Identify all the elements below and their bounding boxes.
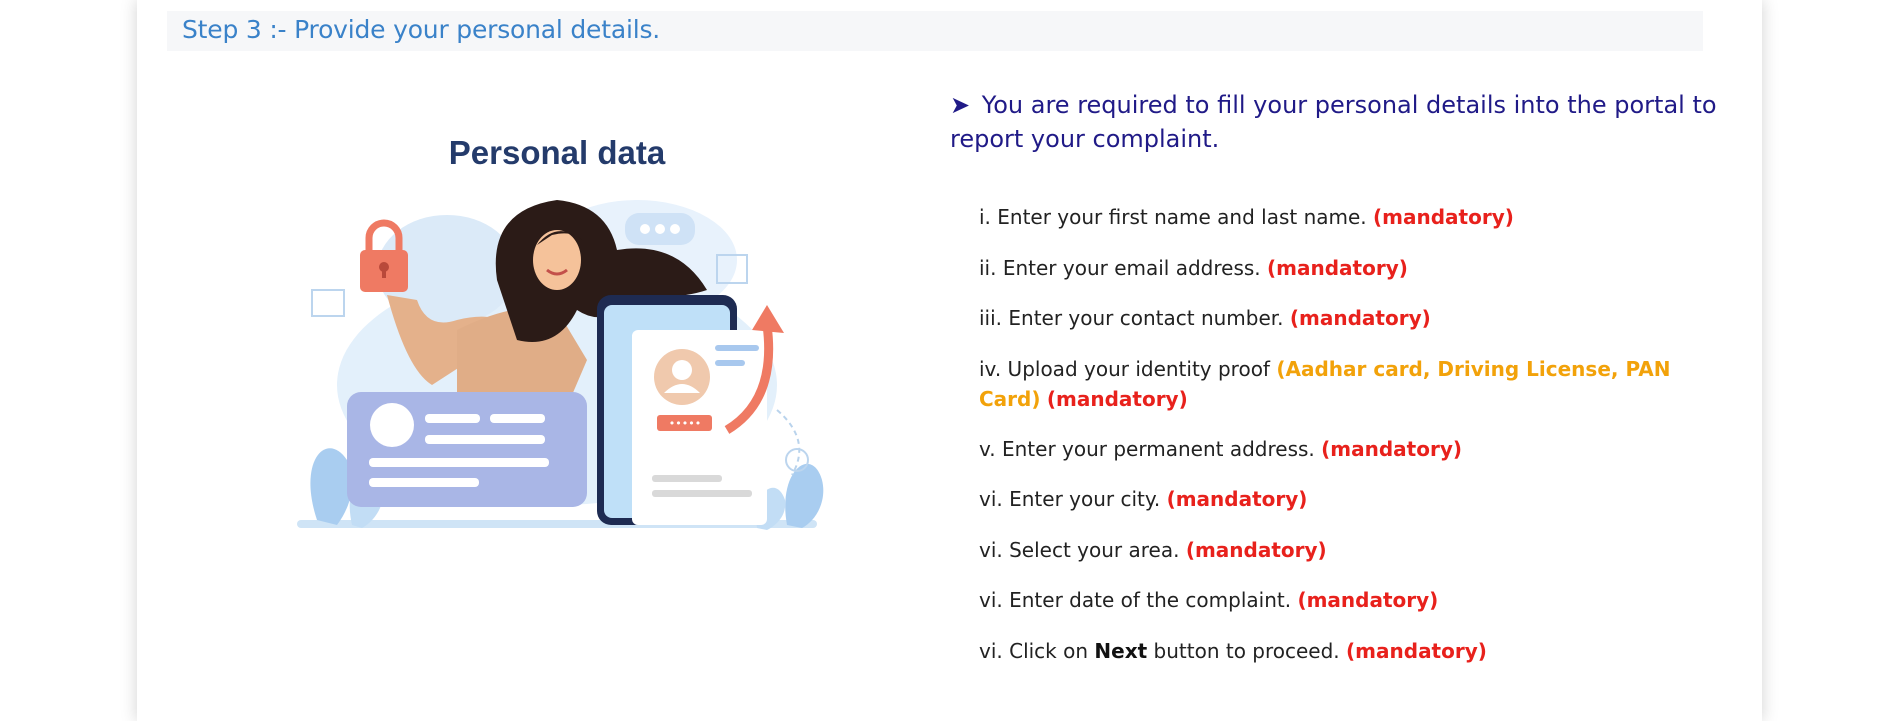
personal-data-graphic: ••••• bbox=[297, 200, 824, 530]
list-item: vi. Enter date of the complaint. (mandat… bbox=[979, 585, 1719, 615]
mandatory-label: (mandatory) bbox=[1373, 205, 1514, 229]
step-text: iv. Upload your identity proof bbox=[979, 356, 1270, 381]
list-item: ii. Enter your email address. (mandatory… bbox=[979, 253, 1719, 283]
step-text: i. Enter your first name and last name. bbox=[979, 205, 1367, 229]
mandatory-label: (mandatory) bbox=[1289, 306, 1431, 330]
step-title: Step 3 :- Provide your personal details. bbox=[182, 15, 661, 44]
list-item: vi. Click on Next button to proceed. (ma… bbox=[979, 636, 1719, 666]
personal-data-illustration: Personal data ••••• bbox=[257, 130, 857, 550]
mandatory-label: (mandatory) bbox=[1185, 537, 1327, 562]
step-header: Step 3 :- Provide your personal details. bbox=[167, 11, 1703, 51]
intro-text: ➤ You are required to fill your personal… bbox=[950, 88, 1720, 156]
steps-list: i. Enter your first name and last name. … bbox=[979, 202, 1719, 686]
step-text: v. Enter your permanent address. bbox=[979, 436, 1315, 461]
intro-sentence: You are required to fill your personal d… bbox=[950, 91, 1717, 153]
mandatory-label: (mandatory) bbox=[1267, 255, 1408, 280]
mandatory-label: (mandatory) bbox=[1321, 436, 1462, 461]
list-item: v. Enter your permanent address. (mandat… bbox=[979, 434, 1719, 464]
list-item: vi. Enter your city. (mandatory) bbox=[979, 484, 1719, 514]
step-text: vi. Click on bbox=[979, 638, 1089, 663]
step-text: iii. Enter your contact number. bbox=[979, 306, 1284, 330]
step-text: vi. Enter date of the complaint. bbox=[979, 588, 1292, 612]
svg-text:•••••: ••••• bbox=[669, 417, 701, 430]
mandatory-label: (mandatory) bbox=[1297, 588, 1439, 612]
list-item: i. Enter your first name and last name. … bbox=[979, 202, 1719, 232]
list-item: vi. Select your area. (mandatory) bbox=[979, 535, 1719, 565]
step-text-suffix: button to proceed. bbox=[1153, 638, 1340, 663]
mandatory-label: (mandatory) bbox=[1346, 638, 1487, 663]
step-text: vi. Select your area. bbox=[979, 537, 1180, 562]
content-card: Step 3 :- Provide your personal details.… bbox=[137, 0, 1762, 721]
mandatory-label: (mandatory) bbox=[1166, 487, 1308, 511]
next-keyword: Next bbox=[1094, 638, 1148, 663]
arrow-bullet-icon: ➤ bbox=[950, 91, 971, 119]
step-text: vi. Enter your city. bbox=[979, 487, 1161, 511]
list-item: iii. Enter your contact number. (mandato… bbox=[979, 303, 1719, 333]
mandatory-label: (mandatory) bbox=[1046, 386, 1188, 411]
list-item: iv. Upload your identity proof (Aadhar c… bbox=[979, 354, 1719, 414]
step-text: ii. Enter your email address. bbox=[979, 255, 1261, 280]
